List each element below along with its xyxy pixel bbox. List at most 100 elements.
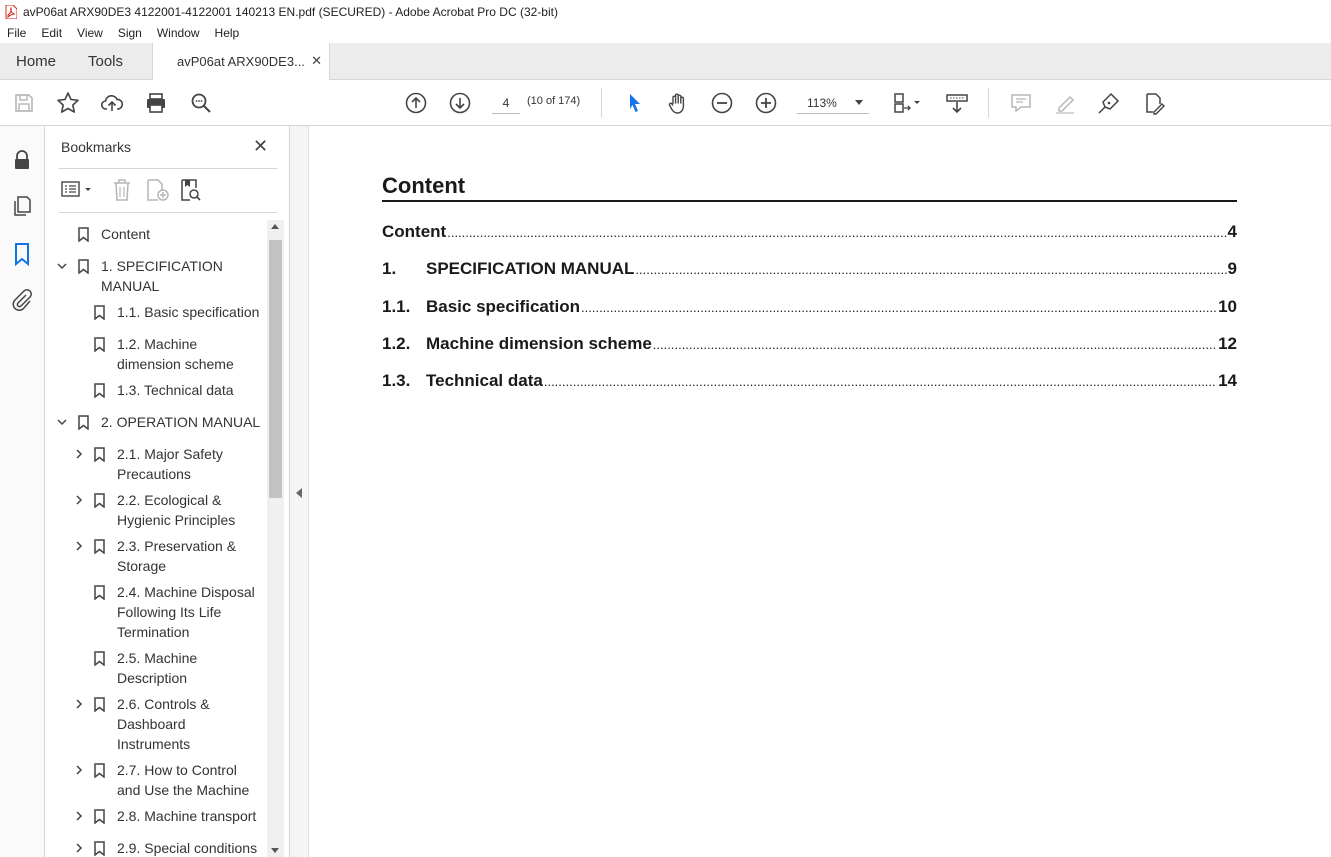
cloud-upload-icon[interactable] xyxy=(99,90,125,116)
document-view: Content Content 4 1. SPECIFICATION MANUA… xyxy=(310,127,1331,857)
menu-bar: File Edit View Sign Window Help xyxy=(0,23,1331,43)
search-zoom-icon[interactable] xyxy=(188,90,214,116)
next-page-icon[interactable] xyxy=(447,90,473,116)
menu-window[interactable]: Window xyxy=(149,26,207,40)
page-fit-icon[interactable] xyxy=(890,90,924,116)
tab-tools[interactable]: Tools xyxy=(88,53,123,70)
bookmark-label: 2.9. Special conditions xyxy=(117,840,258,856)
tab-document[interactable]: avP06at ARX90DE3... ✕ xyxy=(152,43,330,80)
menu-sign[interactable]: Sign xyxy=(110,26,149,40)
bookmark-icon xyxy=(94,383,105,398)
bookmark-item[interactable]: 2.4. Machine Disposal Following Its Life… xyxy=(45,582,267,644)
bookmark-label: 1. SPECIFICATION MANUAL xyxy=(101,258,223,294)
toc-page: 4 xyxy=(1227,222,1237,241)
comment-icon[interactable] xyxy=(1008,90,1034,116)
chevron-right-icon[interactable] xyxy=(74,843,84,853)
scroll-down-icon[interactable] xyxy=(271,848,279,853)
bookmark-item[interactable]: Content xyxy=(45,224,267,246)
bookmark-label: Content xyxy=(101,226,151,242)
menu-file[interactable]: File xyxy=(0,26,33,40)
bookmark-item[interactable]: 2.2. Ecological & Hygienic Principles xyxy=(45,490,267,532)
options-menu-icon[interactable] xyxy=(61,180,95,205)
bookmark-icon xyxy=(94,651,105,666)
bookmark-item[interactable]: 2.7. How to Control and Use the Machine xyxy=(45,760,267,802)
chevron-right-icon[interactable] xyxy=(74,541,84,551)
zoom-select[interactable]: 113% xyxy=(797,92,869,114)
chevron-right-icon[interactable] xyxy=(74,495,84,505)
bookmark-item[interactable]: 1.3. Technical data xyxy=(45,380,267,402)
toc-entry[interactable]: 1.2. Machine dimension scheme 12 xyxy=(382,334,1237,356)
star-icon[interactable] xyxy=(55,90,81,116)
attachment-icon[interactable] xyxy=(10,288,34,312)
scroll-thumb[interactable] xyxy=(269,240,282,498)
bookmark-icon xyxy=(94,539,105,554)
toc-entry[interactable]: 1.3. Technical data 14 xyxy=(382,371,1237,393)
bookmark-icon xyxy=(78,227,89,242)
menu-help[interactable]: Help xyxy=(207,26,247,40)
fill-sign-icon[interactable] xyxy=(1140,90,1166,116)
bookmark-panel-icon[interactable] xyxy=(10,242,34,267)
page-number-input[interactable]: 4 xyxy=(492,92,520,114)
chevron-right-icon[interactable] xyxy=(74,699,84,709)
close-panel-icon[interactable]: ✕ xyxy=(253,136,268,157)
bookmark-item[interactable]: 2.3. Preservation & Storage xyxy=(45,536,267,578)
bookmark-item[interactable]: 2.9. Special conditions xyxy=(45,838,267,857)
chevron-down-icon[interactable] xyxy=(57,417,67,427)
toc-entry[interactable]: 1.1. Basic specification 10 xyxy=(382,297,1237,319)
chevron-right-icon[interactable] xyxy=(74,765,84,775)
sign-pen-icon[interactable] xyxy=(1096,90,1122,116)
bookmark-label: 2.3. Preservation & Storage xyxy=(117,538,237,574)
bookmark-item[interactable]: 2.6. Controls & Dashboard Instruments xyxy=(45,694,267,756)
bookmark-item[interactable]: 1. SPECIFICATION MANUAL xyxy=(45,256,267,298)
bookmark-item[interactable]: 1.2. Machine dimension scheme xyxy=(45,334,267,376)
save-icon[interactable] xyxy=(11,90,37,116)
toc-leader xyxy=(447,225,1226,240)
menu-view[interactable]: View xyxy=(69,26,110,40)
collapse-panel-icon[interactable] xyxy=(296,488,302,498)
highlight-icon[interactable] xyxy=(1052,90,1078,116)
scroll-mode-icon[interactable] xyxy=(944,90,970,116)
bookmark-label: 1.3. Technical data xyxy=(117,382,234,398)
toc-entry[interactable]: 1. SPECIFICATION MANUAL 9 xyxy=(382,259,1237,281)
toc-title: Machine dimension scheme xyxy=(426,334,652,353)
new-bookmark-icon[interactable] xyxy=(145,178,171,207)
tab-home[interactable]: Home xyxy=(16,53,56,70)
pdf-app-icon xyxy=(5,4,18,19)
bookmark-item[interactable]: 2.8. Machine transport xyxy=(45,806,267,828)
bookmark-item[interactable]: 2.5. Machine Description xyxy=(45,648,267,690)
bookmark-label: 2.1. Major Safety Precautions xyxy=(117,446,223,482)
zoom-in-icon[interactable] xyxy=(753,90,779,116)
page-thumbnails-icon[interactable] xyxy=(10,194,34,218)
print-icon[interactable] xyxy=(143,90,169,116)
tab-document-label: avP06at ARX90DE3... xyxy=(177,54,305,69)
chevron-down-icon[interactable] xyxy=(57,261,67,271)
bookmark-icon xyxy=(94,763,105,778)
bookmark-item[interactable]: 2.1. Major Safety Precautions xyxy=(45,444,267,486)
hand-tool-icon[interactable] xyxy=(665,90,691,116)
toolbar-divider xyxy=(988,88,989,118)
delete-bookmark-icon[interactable] xyxy=(111,178,133,207)
toc-leader xyxy=(653,337,1217,352)
close-tab-icon[interactable]: ✕ xyxy=(311,53,322,69)
chevron-right-icon[interactable] xyxy=(74,449,84,459)
toc-entry[interactable]: Content 4 xyxy=(382,222,1237,244)
select-cursor-icon[interactable] xyxy=(621,90,647,116)
divider xyxy=(59,212,277,213)
scroll-up-icon[interactable] xyxy=(271,224,279,229)
navigation-rail xyxy=(0,126,45,857)
page-count: (10 of 174) xyxy=(527,95,581,107)
bookmark-item[interactable]: 2. OPERATION MANUAL xyxy=(45,412,267,434)
toc-number: 1. xyxy=(382,259,397,278)
bookmarks-panel: Bookmarks ✕ Content 1. SPECIFICATION MAN… xyxy=(45,126,290,857)
bookmark-scrollbar[interactable] xyxy=(267,220,284,857)
find-bookmark-icon[interactable] xyxy=(179,178,203,207)
toc-leader xyxy=(581,300,1217,315)
bookmark-item[interactable]: 1.1. Basic specification xyxy=(45,302,267,324)
menu-edit[interactable]: Edit xyxy=(33,26,69,40)
lock-icon[interactable] xyxy=(10,148,34,172)
zoom-out-icon[interactable] xyxy=(709,90,735,116)
toc-title: Technical data xyxy=(426,371,543,390)
previous-page-icon[interactable] xyxy=(403,90,429,116)
chevron-right-icon[interactable] xyxy=(74,811,84,821)
panel-collapse-strip[interactable] xyxy=(290,126,309,857)
